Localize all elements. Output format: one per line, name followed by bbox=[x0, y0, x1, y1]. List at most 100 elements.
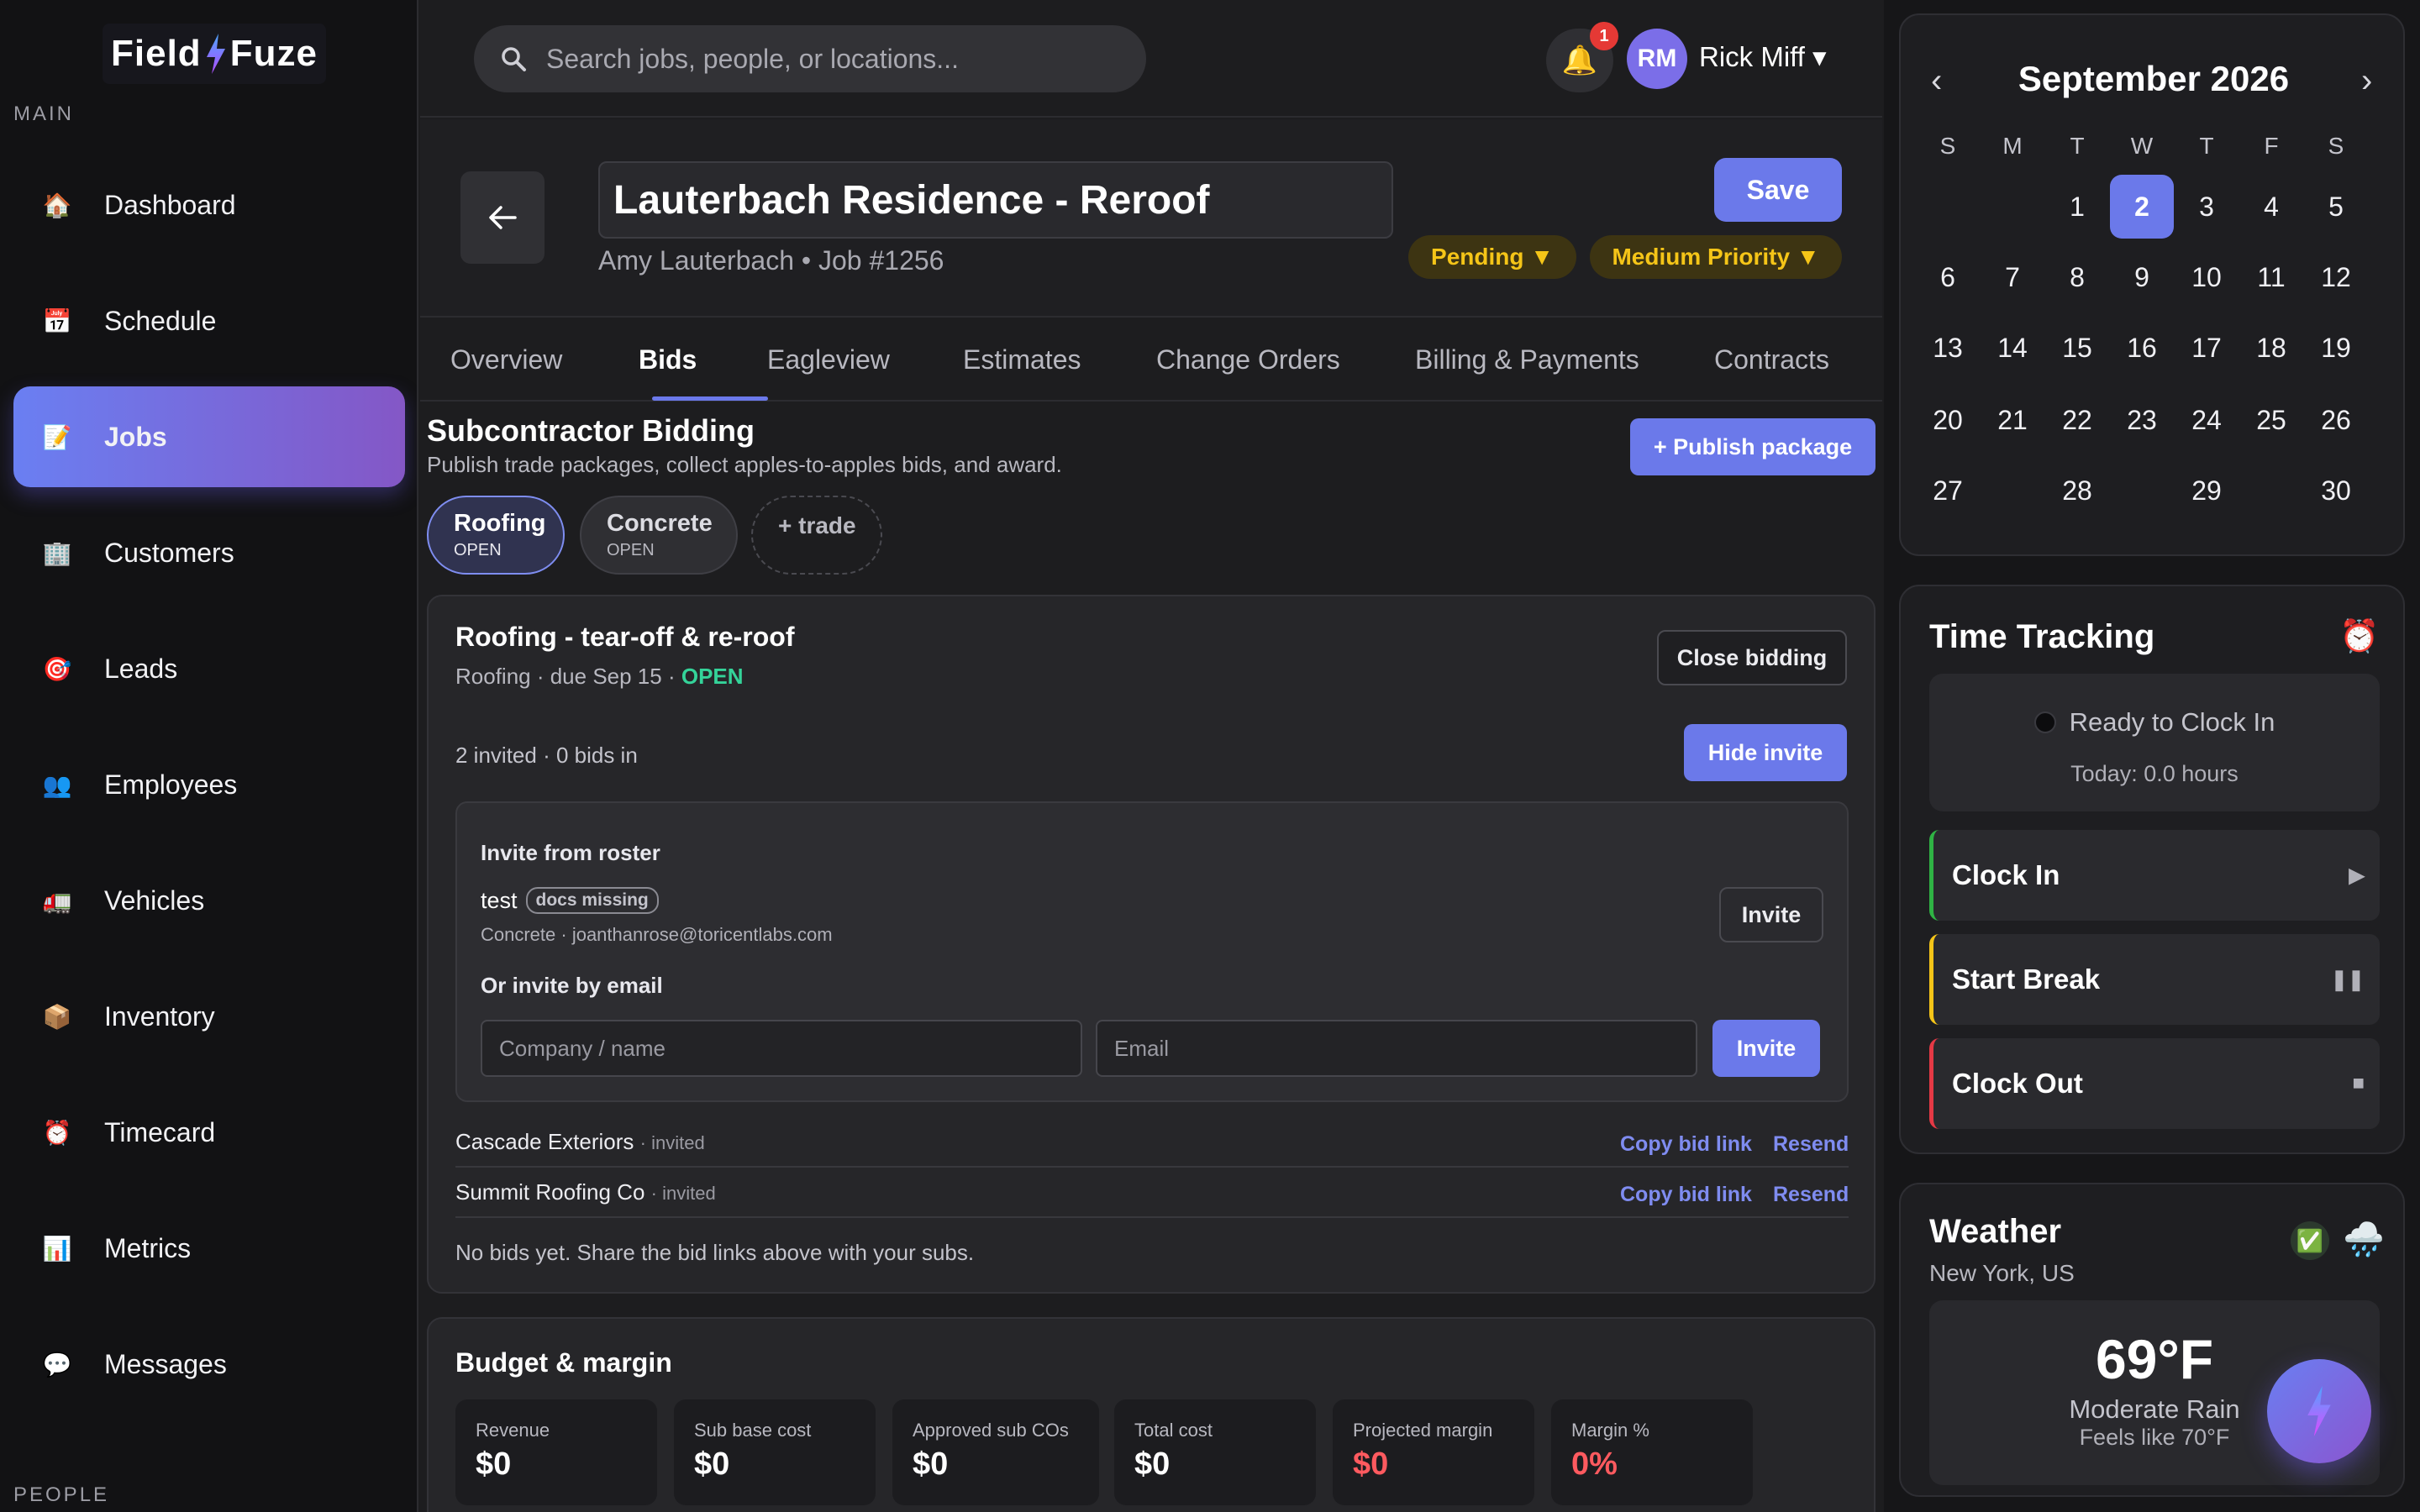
add-trade-button[interactable]: + trade bbox=[751, 496, 882, 575]
tab-estimates[interactable]: Estimates bbox=[963, 344, 1081, 375]
weekday-label: S bbox=[2328, 133, 2344, 159]
email-input[interactable] bbox=[1114, 1035, 1696, 1062]
calendar-day[interactable]: 17 bbox=[2175, 316, 2238, 380]
sidebar: Field Fuze MAIN 🏠 Dashboard 📅 Schedule 📝… bbox=[0, 0, 418, 1512]
company-name-input[interactable] bbox=[499, 1035, 1081, 1062]
sidebar-item-customers[interactable]: 🏢 Customers bbox=[13, 502, 405, 603]
calendar-day[interactable]: 20 bbox=[1916, 388, 1980, 452]
user-menu[interactable]: Rick Miff ▾ bbox=[1699, 40, 1827, 73]
check-icon[interactable]: ✅ bbox=[2291, 1221, 2329, 1260]
row-divider bbox=[455, 1166, 1849, 1168]
tab-contracts[interactable]: Contracts bbox=[1714, 344, 1829, 375]
calendar-day[interactable]: 8 bbox=[2045, 245, 2109, 309]
calendar-day[interactable]: 5 bbox=[2304, 175, 2368, 239]
sidebar-item-inventory[interactable]: 📦 Inventory bbox=[13, 966, 405, 1067]
calendar-day[interactable]: 4 bbox=[2239, 175, 2303, 239]
sidebar-item-schedule[interactable]: 📅 Schedule bbox=[13, 270, 405, 371]
pause-icon: ❚❚ bbox=[2330, 968, 2365, 991]
back-button[interactable] bbox=[460, 171, 544, 264]
calendar-day[interactable]: 19 bbox=[2304, 316, 2368, 380]
bids-panel: Subcontractor Bidding Publish trade pack… bbox=[420, 402, 1882, 1512]
search-input[interactable] bbox=[546, 43, 1118, 75]
sidebar-item-timecard[interactable]: ⏰ Timecard bbox=[13, 1082, 405, 1183]
sidebar-item-dashboard[interactable]: 🏠 Dashboard bbox=[13, 155, 405, 255]
resend-button[interactable]: Resend bbox=[1773, 1132, 1849, 1157]
copy-bid-link-button[interactable]: Copy bid link bbox=[1620, 1132, 1752, 1157]
calendar-day[interactable]: 29 bbox=[2175, 459, 2238, 522]
quick-action-button[interactable] bbox=[2267, 1359, 2371, 1463]
tab-bids[interactable]: Bids bbox=[639, 344, 697, 375]
calendar-day[interactable]: 26 bbox=[2304, 388, 2368, 452]
company-name-field[interactable] bbox=[481, 1020, 1082, 1077]
calendar-day[interactable]: 21 bbox=[1981, 388, 2044, 452]
target-icon: 🎯 bbox=[42, 655, 72, 682]
calendar-day[interactable]: 24 bbox=[2175, 388, 2238, 452]
tab-billing-payments[interactable]: Billing & Payments bbox=[1415, 344, 1639, 375]
row-divider bbox=[455, 1216, 1849, 1218]
calendar-day[interactable]: 30 bbox=[2304, 459, 2368, 522]
sidebar-item-metrics[interactable]: 📊 Metrics bbox=[13, 1198, 405, 1299]
metric-value: $0 bbox=[913, 1446, 949, 1482]
sidebar-item-leads[interactable]: 🎯 Leads bbox=[13, 618, 405, 719]
chevron-right-icon[interactable]: › bbox=[2361, 62, 2372, 100]
search-bar[interactable] bbox=[474, 25, 1146, 92]
priority-dropdown[interactable]: Medium Priority ▼ bbox=[1590, 235, 1842, 279]
sidebar-item-jobs[interactable]: 📝 Jobs bbox=[13, 386, 405, 487]
status-dot-icon bbox=[2033, 711, 2056, 733]
job-title-input[interactable]: Lauterbach Residence - Reroof bbox=[598, 161, 1393, 239]
calendar-day[interactable]: 28 bbox=[2045, 459, 2109, 522]
sidebar-item-label: Vehicles bbox=[104, 885, 205, 916]
calendar-day[interactable]: 10 bbox=[2175, 245, 2238, 309]
trade-chip-roofing[interactable]: Roofing OPEN bbox=[427, 496, 565, 575]
calendar-day[interactable]: 16 bbox=[2110, 316, 2174, 380]
invite-counts: 2 invited · 0 bids in bbox=[455, 743, 638, 768]
sidebar-item-label: Dashboard bbox=[104, 189, 236, 220]
calendar-day[interactable]: 22 bbox=[2045, 388, 2109, 452]
copy-bid-link-button[interactable]: Copy bid link bbox=[1620, 1183, 1752, 1207]
calendar-day[interactable]: 25 bbox=[2239, 388, 2303, 452]
hide-invite-button[interactable]: Hide invite bbox=[1684, 724, 1847, 781]
section-description: Publish trade packages, collect apples-t… bbox=[427, 452, 1062, 477]
roster-invite-button[interactable]: Invite bbox=[1719, 887, 1823, 942]
sidebar-item-messages[interactable]: 💬 Messages bbox=[13, 1314, 405, 1415]
alarm-clock-icon: ⏰ bbox=[42, 1119, 72, 1146]
clock-in-button[interactable]: Clock In ▶ bbox=[1929, 830, 2380, 921]
close-bidding-button[interactable]: Close bidding bbox=[1657, 630, 1847, 685]
clock-out-button[interactable]: Clock Out ■ bbox=[1929, 1038, 2380, 1129]
tab-overview[interactable]: Overview bbox=[450, 344, 562, 375]
calendar-day[interactable]: 3 bbox=[2175, 175, 2238, 239]
sidebar-item-employees[interactable]: 👥 Employees bbox=[13, 734, 405, 835]
calendar-day-selected[interactable]: 2 bbox=[2110, 175, 2174, 239]
save-button[interactable]: Save bbox=[1714, 158, 1842, 222]
email-field[interactable] bbox=[1096, 1020, 1697, 1077]
trade-chip-concrete[interactable]: Concrete OPEN bbox=[580, 496, 738, 575]
calendar-day[interactable]: 7 bbox=[1981, 245, 2044, 309]
right-panel: ‹ September 2026 › S M T W T F S 1 2 3 4… bbox=[1884, 0, 2420, 1512]
status-dropdown[interactable]: Pending ▼ bbox=[1408, 235, 1576, 279]
tab-change-orders[interactable]: Change Orders bbox=[1156, 344, 1340, 375]
calendar-day[interactable]: 18 bbox=[2239, 316, 2303, 380]
email-invite-button[interactable]: Invite bbox=[1712, 1020, 1820, 1077]
fieldfuze-logo[interactable]: Field Fuze bbox=[103, 24, 326, 84]
sidebar-item-label: Employees bbox=[104, 769, 238, 800]
avatar[interactable]: RM bbox=[1627, 29, 1687, 89]
budget-card: Budget & margin Revenue $0 Sub base cost… bbox=[427, 1317, 1876, 1512]
sidebar-item-vehicles[interactable]: 🚛 Vehicles bbox=[13, 850, 405, 951]
start-break-button[interactable]: Start Break ❚❚ bbox=[1929, 934, 2380, 1025]
calendar-day[interactable]: 1 bbox=[2045, 175, 2109, 239]
calendar-day[interactable]: 15 bbox=[2045, 316, 2109, 380]
calendar-day[interactable]: 23 bbox=[2110, 388, 2174, 452]
calendar-day[interactable]: 13 bbox=[1916, 316, 1980, 380]
calendar-day[interactable]: 14 bbox=[1981, 316, 2044, 380]
tab-eagleview[interactable]: Eagleview bbox=[767, 344, 890, 375]
calendar-day[interactable]: 27 bbox=[1916, 459, 1980, 522]
calendar-day[interactable]: 6 bbox=[1916, 245, 1980, 309]
weekday-label: T bbox=[2199, 133, 2214, 159]
calendar-day[interactable]: 12 bbox=[2304, 245, 2368, 309]
resend-button[interactable]: Resend bbox=[1773, 1183, 1849, 1207]
metric-value: $0 bbox=[476, 1446, 512, 1482]
publish-package-button[interactable]: + Publish package bbox=[1630, 418, 1876, 475]
calendar-day[interactable]: 11 bbox=[2239, 245, 2303, 309]
calendar-day[interactable]: 9 bbox=[2110, 245, 2174, 309]
clock-in-label: Clock In bbox=[1952, 859, 2060, 890]
